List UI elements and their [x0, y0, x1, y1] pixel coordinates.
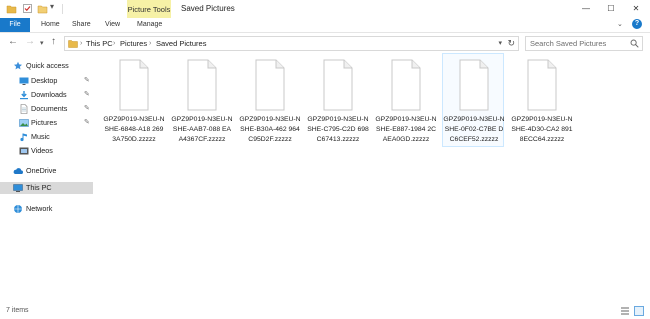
pin-icon[interactable]: ✎ — [84, 75, 90, 87]
help-icon[interactable]: ? — [632, 19, 642, 29]
downloads-icon — [20, 91, 28, 100]
file-item[interactable]: GPZ9P019-N3EU-NSHE-6848-A18 2693A750D.zz… — [102, 53, 165, 147]
file-icon — [187, 59, 217, 111]
pin-icon[interactable]: ✎ — [84, 89, 90, 101]
breadcrumb-saved-pictures[interactable]: Saved Pictures — [156, 37, 206, 50]
quick-access-dropdown-icon[interactable]: ▾ — [50, 2, 61, 13]
file-name: GPZ9P019-N3EU-NSHE-AAB7-088 EAA4367CF.zz… — [171, 116, 233, 143]
sidebar-item-network[interactable]: Network — [0, 203, 93, 215]
sidebar-item-music[interactable]: Music — [0, 131, 93, 143]
sidebar-item-quick-access[interactable]: Quick access — [0, 60, 93, 72]
file-icon — [323, 59, 353, 111]
sidebar-item-label: Videos — [31, 146, 53, 155]
sidebar-item-downloads[interactable]: Downloads ✎ — [0, 89, 93, 101]
folder-icon[interactable] — [6, 3, 17, 14]
navigation-pane: Quick access Desktop ✎ Downloads ✎ Docum… — [0, 58, 93, 303]
sidebar-item-label: Documents — [31, 104, 68, 113]
file-item[interactable]: GPZ9P019-N3EU-NSHE-AAB7-088 EAA4367CF.zz… — [170, 53, 233, 147]
sidebar-item-label: Desktop — [31, 76, 58, 85]
breadcrumb-separator: › — [80, 40, 83, 47]
file-item[interactable]: GPZ9P019-N3EU-NSHE-C795-C2D 698C67413.zz… — [306, 53, 369, 147]
maximize-button[interactable]: ☐ — [600, 0, 622, 18]
forward-arrow-icon[interactable]: → — [25, 36, 35, 48]
tab-share[interactable]: Share — [72, 18, 91, 32]
file-icon — [527, 59, 557, 111]
up-arrow-icon[interactable]: ↑ — [51, 36, 56, 48]
file-icon — [459, 59, 489, 111]
file-name: GPZ9P019-N3EU-NSHE-0F02-C7BE DC6CEF52.zz… — [443, 116, 505, 143]
sidebar-item-label: Quick access — [26, 61, 69, 70]
pin-icon[interactable]: ✎ — [84, 117, 90, 129]
file-item[interactable]: GPZ9P019-N3EU-NSHE-B30A-462 964C95D2F.zz… — [238, 53, 301, 147]
tab-home[interactable]: Home — [41, 18, 60, 32]
address-dropdown-icon[interactable]: ▾ — [498, 37, 502, 50]
sidebar-item-label: Network — [26, 204, 53, 213]
close-button[interactable]: ✕ — [625, 0, 647, 18]
sidebar-item-label: Downloads — [31, 90, 67, 99]
breadcrumb-separator: › — [149, 40, 152, 47]
file-icon — [119, 59, 149, 111]
large-icons-view-icon[interactable] — [634, 306, 644, 316]
breadcrumb-separator: › — [113, 40, 116, 47]
recent-locations-icon[interactable]: ▾ — [40, 38, 44, 50]
pin-icon[interactable]: ✎ — [84, 103, 90, 115]
picture-tools-context-label: Picture Tools — [127, 0, 171, 18]
sidebar-item-label: Music — [31, 132, 50, 141]
sidebar-item-label: OneDrive — [26, 166, 57, 175]
file-list: GPZ9P019-N3EU-NSHE-6848-A18 2693A750D.zz… — [100, 50, 645, 305]
item-count: 7 items — [6, 307, 29, 314]
star-icon — [14, 61, 22, 70]
tab-view[interactable]: View — [105, 18, 120, 32]
address-bar[interactable]: › This PC › Pictures › Saved Pictures ▾ … — [64, 36, 519, 51]
expand-ribbon-icon[interactable]: ⌄ — [617, 20, 623, 28]
file-name: GPZ9P019-N3EU-NSHE-4D30-CA2 8918ECC64.zz… — [511, 116, 573, 143]
ribbon-tabs: File Home Share View Manage ⌄ ? — [0, 18, 650, 32]
file-name: GPZ9P019-N3EU-NSHE-C795-C2D 698C67413.zz… — [307, 116, 369, 143]
music-icon — [20, 133, 27, 142]
desktop-icon — [19, 77, 29, 85]
videos-icon — [19, 147, 29, 155]
file-item[interactable]: GPZ9P019-N3EU-NSHE-E887-1984 2CAEA0GD.zz… — [374, 53, 437, 147]
title-bar: ▾ Picture Tools Saved Pictures — ☐ ✕ — [0, 0, 650, 18]
sidebar-item-videos[interactable]: Videos — [0, 145, 93, 157]
folder-icon — [68, 40, 78, 48]
network-icon — [14, 205, 22, 213]
sidebar-item-this-pc[interactable]: This PC — [0, 182, 93, 194]
file-name: GPZ9P019-N3EU-NSHE-6848-A18 2693A750D.zz… — [103, 116, 165, 143]
sidebar-item-label: Pictures — [31, 118, 57, 127]
documents-icon — [20, 104, 28, 114]
file-name: GPZ9P019-N3EU-NSHE-E887-1984 2CAEA0GD.zz… — [375, 116, 437, 143]
breadcrumb-this-pc[interactable]: This PC — [86, 37, 113, 50]
details-view-icon[interactable] — [620, 306, 630, 316]
properties-icon[interactable] — [22, 3, 33, 14]
pictures-icon — [19, 119, 29, 127]
breadcrumb-pictures[interactable]: Pictures — [120, 37, 147, 50]
back-arrow-icon[interactable]: ← — [8, 36, 18, 48]
search-icon[interactable] — [630, 39, 639, 48]
refresh-icon[interactable]: ↻ — [507, 37, 515, 50]
tab-manage[interactable]: Manage — [137, 18, 162, 32]
sidebar-item-desktop[interactable]: Desktop ✎ — [0, 75, 93, 87]
file-item[interactable]: GPZ9P019-N3EU-NSHE-4D30-CA2 8918ECC64.zz… — [510, 53, 573, 147]
title-divider — [62, 4, 63, 14]
file-item-selected[interactable]: GPZ9P019-N3EU-NSHE-0F02-C7BE DC6CEF52.zz… — [442, 53, 505, 147]
window-title: Saved Pictures — [181, 4, 235, 13]
file-icon — [391, 59, 421, 111]
search-box — [525, 36, 643, 51]
cloud-icon — [13, 168, 23, 174]
minimize-button[interactable]: — — [575, 0, 597, 18]
sidebar-item-onedrive[interactable]: OneDrive — [0, 165, 93, 177]
search-input[interactable] — [526, 37, 630, 50]
sidebar-item-documents[interactable]: Documents ✎ — [0, 103, 93, 115]
tab-file[interactable]: File — [0, 18, 30, 32]
file-name: GPZ9P019-N3EU-NSHE-B30A-462 964C95D2F.zz… — [239, 116, 301, 143]
computer-icon — [13, 184, 23, 192]
sidebar-item-label: This PC — [26, 183, 52, 192]
new-folder-icon[interactable] — [37, 3, 48, 14]
file-icon — [255, 59, 285, 111]
sidebar-item-pictures[interactable]: Pictures ✎ — [0, 117, 93, 129]
